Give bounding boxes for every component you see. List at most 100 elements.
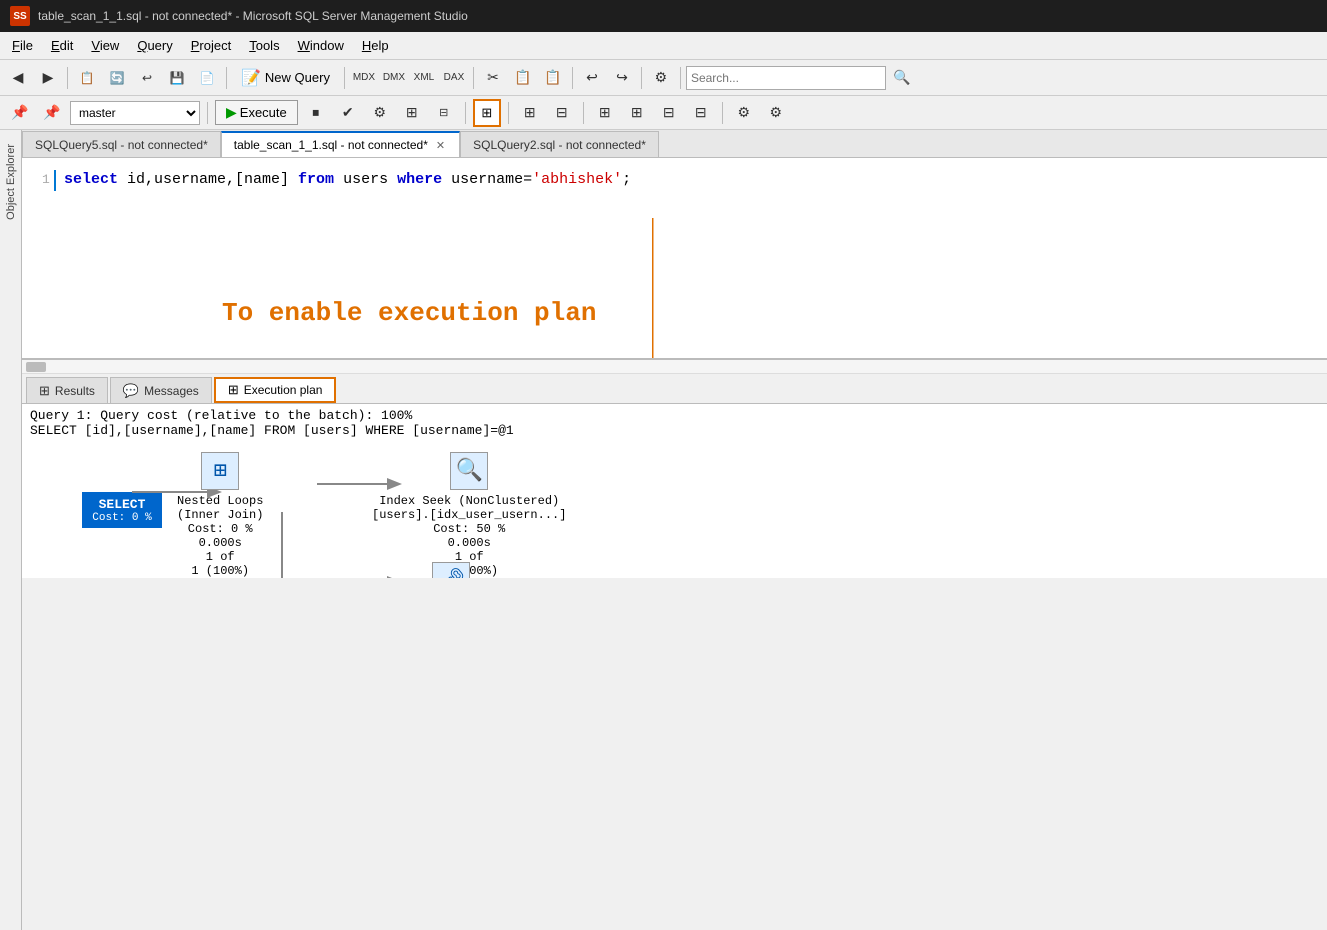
tab-table-scan-label: table_scan_1_1.sql - not connected* <box>234 138 428 152</box>
toolbar-btn2[interactable]: 🔄 <box>103 64 131 92</box>
toolbar2-btn9[interactable]: ⊟ <box>687 99 715 127</box>
select-node-box: SELECT Cost: 0 % <box>82 492 162 528</box>
menu-tools[interactable]: Tools <box>241 35 287 56</box>
exec-plan-tab-label: Execution plan <box>244 383 323 397</box>
toolbar-dax[interactable]: DAX <box>440 64 468 92</box>
toolbar-cut[interactable]: ✂ <box>479 64 507 92</box>
object-explorer-label[interactable]: Object Explorer <box>5 144 17 220</box>
sql-columns: id,username,[name] <box>118 168 298 192</box>
index-seek-sublabel: [users].[idx_user_usern...] <box>372 508 566 522</box>
toolbar2-btn4[interactable]: ⊞ <box>516 99 544 127</box>
nested-loops-rows: 1 of <box>206 550 235 564</box>
database-selector[interactable]: master <box>70 101 200 125</box>
toolbar-mdx2[interactable]: DMX <box>380 64 408 92</box>
separator1 <box>67 67 68 89</box>
separator11 <box>583 102 584 124</box>
execute-label: Execute <box>240 105 287 120</box>
toolbar2-btn11[interactable]: ⚙ <box>762 99 790 127</box>
separator5 <box>572 67 573 89</box>
menu-file[interactable]: File <box>4 35 41 56</box>
toolbar2-pin[interactable]: 📌 <box>6 99 34 127</box>
results-tab-messages[interactable]: 💬 Messages <box>110 377 212 403</box>
toolbar-btn1[interactable]: 📋 <box>73 64 101 92</box>
tab-sqlquery5-label: SQLQuery5.sql - not connected* <box>35 138 208 152</box>
execute-icon: ▶ <box>226 104 237 121</box>
toolbar-copy[interactable]: 📋 <box>509 64 537 92</box>
results-tab-results[interactable]: ⊞ Results <box>26 377 108 403</box>
toolbar2-btn7[interactable]: ⊞ <box>623 99 651 127</box>
execution-plan-icon: ⊞ <box>481 105 492 121</box>
arrow-svg <box>652 188 1002 358</box>
tab-table-scan-close[interactable]: ✕ <box>434 139 447 152</box>
index-seek-time: 0.000s <box>448 536 491 550</box>
toolbar2-btn6[interactable]: ⊞ <box>591 99 619 127</box>
exec-plan-diagram[interactable]: SELECT Cost: 0 % <box>22 442 1327 578</box>
toolbar2-btn10[interactable]: ⚙ <box>730 99 758 127</box>
annotation-text: To enable execution plan <box>222 298 596 328</box>
toolbar2-pin2[interactable]: 📌 <box>38 99 66 127</box>
separator10 <box>508 102 509 124</box>
results-icon: ⊞ <box>39 383 50 399</box>
key-lookup-node: 🗝 Key Lookup (Clustered) [users].[pk_use… <box>372 562 530 578</box>
forward-button[interactable]: ▶ <box>34 64 62 92</box>
nested-loops-label: Nested Loops <box>177 494 263 508</box>
app-icon: SS <box>10 6 30 26</box>
toolbar-btn3[interactable]: ↩ <box>133 64 161 92</box>
results-area: ⊞ Results 💬 Messages ⊞ Execution plan Qu… <box>22 358 1327 578</box>
query-info-line1: Query 1: Query cost (relative to the bat… <box>30 408 1319 423</box>
toolbar2-btn8[interactable]: ⊟ <box>655 99 683 127</box>
toolbar-btn4[interactable]: 💾 <box>163 64 191 92</box>
separator3 <box>344 67 345 89</box>
search-input[interactable] <box>686 66 886 90</box>
stop-button[interactable]: ⏹ <box>302 99 330 127</box>
new-query-icon: 📝 <box>241 68 261 88</box>
menu-query[interactable]: Query <box>129 35 180 56</box>
results-tab-execution-plan[interactable]: ⊞ Execution plan <box>214 377 337 403</box>
toolbar-undo[interactable]: ↩ <box>578 64 606 92</box>
toolbar-properties[interactable]: ⚙ <box>647 64 675 92</box>
execution-plan-button[interactable]: ⊞ <box>473 99 501 127</box>
toolbar-mdx1[interactable]: MDX <box>350 64 378 92</box>
separator6 <box>641 67 642 89</box>
menu-project[interactable]: Project <box>183 35 239 56</box>
menu-edit[interactable]: Edit <box>43 35 81 56</box>
toolbar-xml[interactable]: XML <box>410 64 438 92</box>
separator8 <box>207 102 208 124</box>
sql-table: users <box>334 168 397 192</box>
sql-field: username <box>442 168 523 192</box>
scroll-bar[interactable] <box>22 360 1327 374</box>
select-cost: Cost: 0 % <box>92 512 151 524</box>
toolbar2-btn5[interactable]: ⊟ <box>548 99 576 127</box>
menu-window[interactable]: Window <box>290 35 352 56</box>
nested-loops-node: ⊞ Nested Loops (Inner Join) Cost: 0 % 0.… <box>177 452 263 578</box>
nested-loops-rows2: 1 (100%) <box>191 564 249 578</box>
toolbar-redo[interactable]: ↪ <box>608 64 636 92</box>
back-button[interactable]: ◀ <box>4 64 32 92</box>
toolbar-btn5[interactable]: 📄 <box>193 64 221 92</box>
toolbar2-btn1[interactable]: ⚙ <box>366 99 394 127</box>
search-button[interactable]: 🔍 <box>888 64 916 92</box>
execute-button[interactable]: ▶ Execute <box>215 100 298 125</box>
tab-sqlquery5[interactable]: SQLQuery5.sql - not connected* <box>22 131 221 157</box>
tab-sqlquery2-label: SQLQuery2.sql - not connected* <box>473 138 646 152</box>
menu-view[interactable]: View <box>83 35 127 56</box>
separator7 <box>680 67 681 89</box>
sql-string-value: 'abhishek' <box>532 168 622 192</box>
tab-table-scan[interactable]: table_scan_1_1.sql - not connected* ✕ <box>221 131 460 157</box>
code-editor[interactable]: 1 select id,username,[name] from users w… <box>22 158 1327 358</box>
toolbar-paste[interactable]: 📋 <box>539 64 567 92</box>
code-line-1: 1 select id,username,[name] from users w… <box>42 168 1317 192</box>
separator2 <box>226 67 227 89</box>
title-bar: SS table_scan_1_1.sql - not connected* -… <box>0 0 1327 32</box>
tab-sqlquery2[interactable]: SQLQuery2.sql - not connected* <box>460 131 659 157</box>
separator12 <box>722 102 723 124</box>
new-query-button[interactable]: 📝 New Query <box>232 65 339 91</box>
line-number: 1 <box>42 170 56 191</box>
toolbar1: ◀ ▶ 📋 🔄 ↩ 💾 📄 📝 New Query MDX DMX XML DA… <box>0 60 1327 96</box>
toolbar2-btn3[interactable]: ⊟ <box>430 99 458 127</box>
parse-button[interactable]: ✔ <box>334 99 362 127</box>
toolbar2-btn2[interactable]: ⊞ <box>398 99 426 127</box>
nested-loops-icon: ⊞ <box>201 452 239 490</box>
nested-loops-time: 0.000s <box>199 536 242 550</box>
menu-help[interactable]: Help <box>354 35 397 56</box>
